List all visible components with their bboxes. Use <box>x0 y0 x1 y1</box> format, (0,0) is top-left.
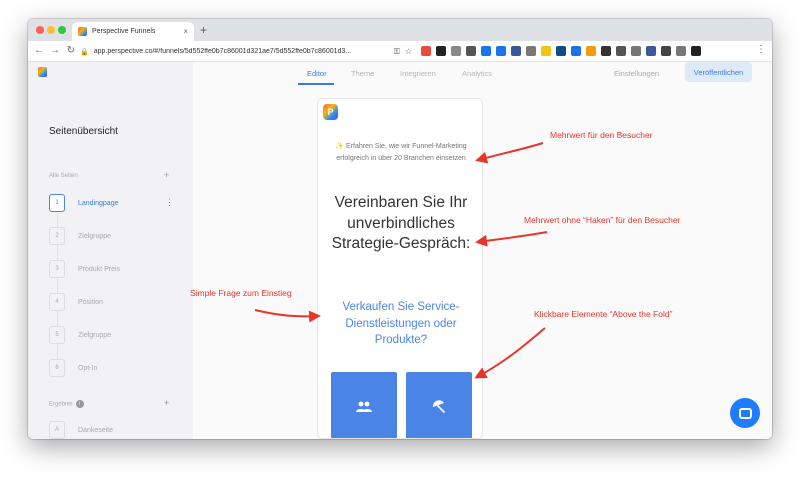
maximize-window-button[interactable] <box>58 26 66 34</box>
extension-icon[interactable] <box>511 46 521 56</box>
browser-tab[interactable]: Perspective Funnels × <box>72 22 194 41</box>
answer-option-produkte[interactable] <box>406 372 472 438</box>
browser-menu-icon[interactable]: ⋮ <box>756 44 766 55</box>
step-number: 2 <box>49 227 65 245</box>
key-icon[interactable]: ⚿ <box>394 47 400 57</box>
browser-window: Perspective Funnels × + ← → ↻ 🔒 app.pers… <box>28 19 772 439</box>
people-icon <box>356 401 372 412</box>
chat-icon <box>738 407 752 419</box>
active-tab-indicator <box>298 83 334 85</box>
extension-icon[interactable] <box>541 46 551 56</box>
tab-analytics[interactable]: Analytics <box>462 69 492 78</box>
back-icon[interactable]: ← <box>33 44 45 58</box>
step-number: A <box>49 421 65 439</box>
browser-toolbar: ← → ↻ 🔒 app.perspective.co/#/funnels/5d5… <box>28 41 772 62</box>
annotation-mehrwert: Mehrwert für den Besucher <box>550 130 653 140</box>
publish-button[interactable]: Veröffentlichen <box>685 62 752 82</box>
sidebar-step-landingpage[interactable]: 1 Landingpage <box>49 194 119 212</box>
step-number: 4 <box>49 293 65 311</box>
perspective-favicon-icon <box>78 27 87 36</box>
step-number: 1 <box>49 194 65 212</box>
extension-icon[interactable] <box>586 46 596 56</box>
extension-icon[interactable] <box>661 46 671 56</box>
tab-close-icon[interactable]: × <box>183 27 188 36</box>
umbrella-icon <box>432 400 445 413</box>
extension-icon[interactable] <box>436 46 446 56</box>
extension-icon[interactable] <box>526 46 536 56</box>
step-label: Dankeseite <box>78 426 114 434</box>
tab-bar: Perspective Funnels × + <box>28 19 772 41</box>
extension-icon[interactable] <box>496 46 506 56</box>
add-page-button[interactable]: + <box>164 170 169 180</box>
annotation-simple-frage: Simple Frage zum Einstieg <box>190 288 292 298</box>
extension-icon[interactable] <box>466 46 476 56</box>
app-content: Seitenübersicht Alle Seiten + 1 Landingp… <box>28 62 772 439</box>
sidebar-step-opt-in[interactable]: 6 Opt-In <box>49 359 97 377</box>
step-number: 3 <box>49 260 65 278</box>
annotation-mehrwert-ohne-haken: Mehrwert ohne “Haken” für den Besucher <box>524 215 681 225</box>
result-label: Ergebnis <box>49 401 73 408</box>
extension-icon[interactable] <box>616 46 626 56</box>
extension-icon[interactable] <box>451 46 461 56</box>
step-number: 5 <box>49 326 65 344</box>
tab-integrieren[interactable]: Integrieren <box>400 69 436 78</box>
step-label: Produkt Preis <box>78 265 121 273</box>
card-question[interactable]: Verkaufen Sie Service-Dienstleistungen o… <box>328 299 474 349</box>
forward-icon[interactable]: → <box>49 44 61 58</box>
annotation-klickbare-elemente: Klickbare Elemente “Above the Fold” <box>534 309 673 319</box>
new-tab-button[interactable]: + <box>200 22 207 38</box>
step-label: Opt-In <box>78 364 98 372</box>
step-label: Zielgruppe <box>78 331 112 339</box>
extension-icon[interactable] <box>691 46 701 56</box>
extension-icon[interactable] <box>421 46 431 56</box>
step-label: Zielgruppe <box>78 232 112 240</box>
sidebar-title: Seitenübersicht <box>49 126 118 137</box>
step-label: Landingpage <box>78 199 119 207</box>
step-number: 6 <box>49 359 65 377</box>
bookmark-star-icon[interactable]: ☆ <box>405 47 412 56</box>
card-headline[interactable]: Vereinbaren Sie Ihr unverbindliches Stra… <box>326 193 476 255</box>
tab-theme[interactable]: Theme <box>351 69 374 78</box>
info-icon[interactable]: i <box>75 400 84 408</box>
step-label: Position <box>78 298 103 306</box>
extension-icon[interactable] <box>571 46 581 56</box>
answer-option-service[interactable] <box>331 372 397 438</box>
reload-icon[interactable]: ↻ <box>65 44 77 58</box>
tab-editor[interactable]: Editor <box>307 69 327 78</box>
extension-icon[interactable] <box>631 46 641 56</box>
extensions-bar <box>421 46 701 56</box>
tab-title: Perspective Funnels <box>92 28 156 35</box>
perspective-logo-icon[interactable] <box>38 67 47 77</box>
sidebar-step-produkt-preis[interactable]: 3 Produkt Preis <box>49 260 120 278</box>
sidebar: Seitenübersicht Alle Seiten + 1 Landingp… <box>28 62 193 439</box>
step-options-icon[interactable]: ⋮ <box>165 197 174 208</box>
all-pages-label: Alle Seiten <box>49 173 78 179</box>
settings-link[interactable]: Einstellungen <box>614 69 659 78</box>
add-result-button[interactable]: + <box>164 398 169 408</box>
extension-icon[interactable] <box>646 46 656 56</box>
close-window-button[interactable] <box>36 26 44 34</box>
sidebar-step-position[interactable]: 4 Position <box>49 293 103 311</box>
sidebar-step-dankeseite[interactable]: A Dankeseite <box>49 421 113 439</box>
sidebar-step-zielgruppe[interactable]: 2 Zielgruppe <box>49 227 111 245</box>
minimize-window-button[interactable] <box>47 26 55 34</box>
extension-icon[interactable] <box>556 46 566 56</box>
chat-support-button[interactable] <box>730 398 760 428</box>
funnel-logo-icon: P <box>323 104 338 120</box>
card-subtitle[interactable]: ✨ Erfahren Sie, wie wir Funnel-Marketing… <box>334 141 468 164</box>
funnel-preview-card: P ✨ Erfahren Sie, wie wir Funnel-Marketi… <box>317 98 483 439</box>
url-text[interactable]: app.perspective.co/#/funnels/5d552ffe0b7… <box>94 48 389 55</box>
extension-icon[interactable] <box>601 46 611 56</box>
sidebar-step-zielgruppe-2[interactable]: 5 Zielgruppe <box>49 326 111 344</box>
extension-icon[interactable] <box>481 46 491 56</box>
result-section-label: Ergebnis i <box>49 400 84 408</box>
extension-icon[interactable] <box>676 46 686 56</box>
address-bar[interactable]: 🔒 app.perspective.co/#/funnels/5d552ffe0… <box>80 44 412 59</box>
lock-icon: 🔒 <box>80 48 89 56</box>
